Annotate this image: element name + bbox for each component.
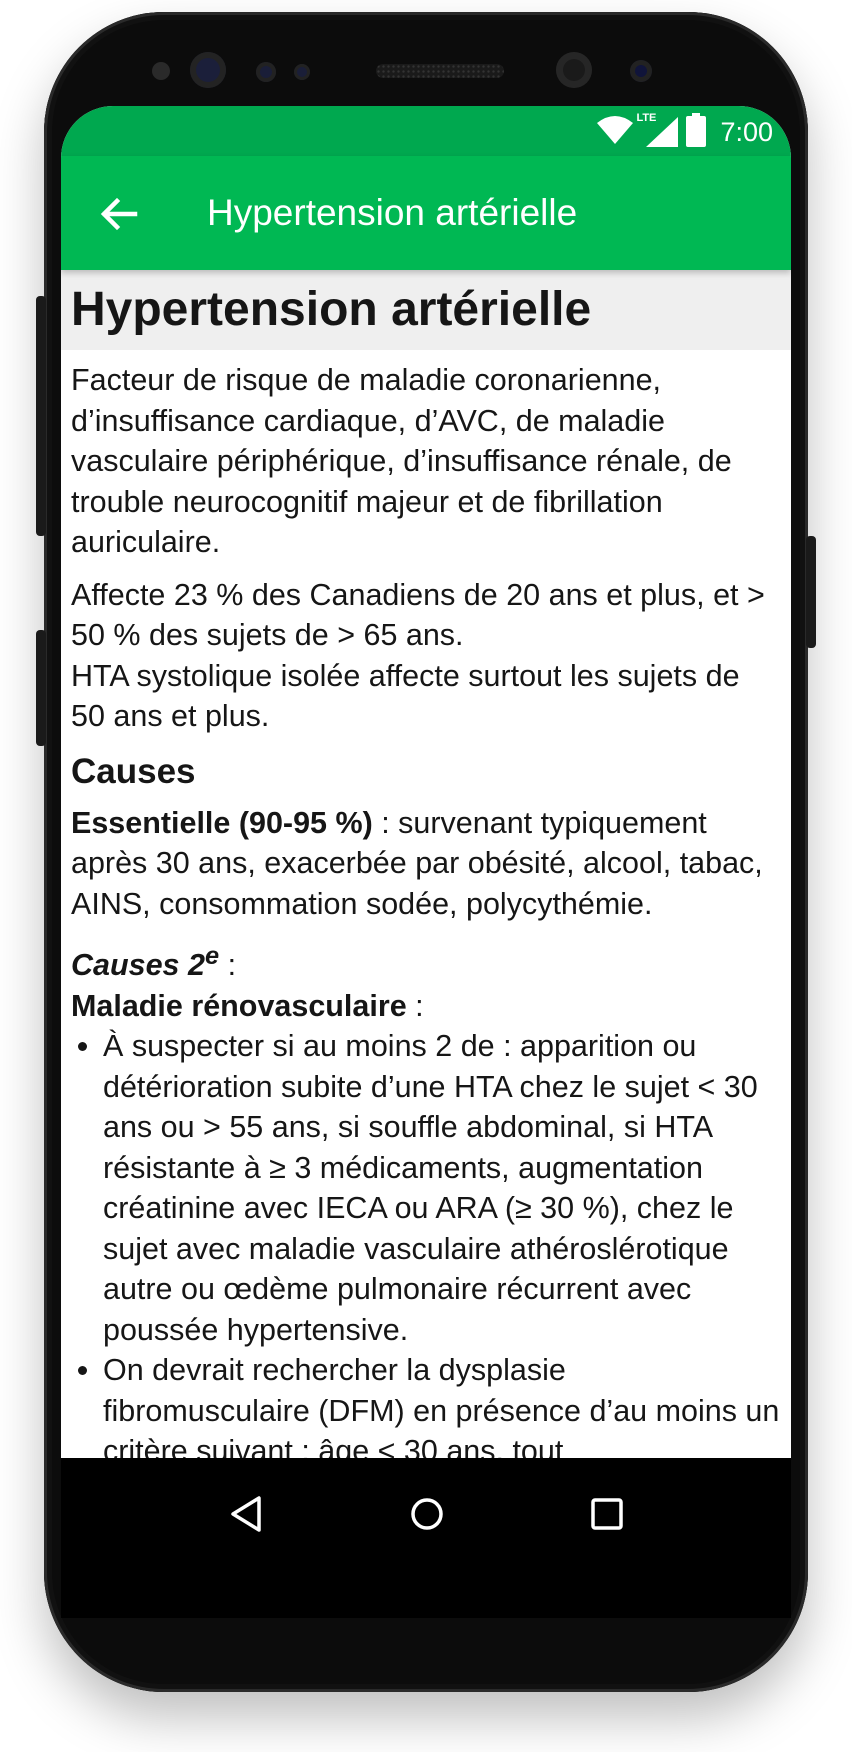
navigation-bar — [61, 1458, 791, 1618]
status-time: 7:00 — [720, 116, 773, 147]
proximity-sensor — [152, 62, 170, 80]
causes-heading: Causes — [71, 751, 196, 791]
secondary-causes-suffix: : — [219, 948, 237, 983]
renovascular-line: Maladie rénovasculaire : — [71, 986, 781, 1027]
status-icons: LTE 7:00 — [596, 112, 773, 152]
essential-label: Essentielle (90-95 %) — [71, 805, 373, 840]
battery-icon — [686, 112, 707, 152]
prevalence-line-2: HTA systolique isolée affecte surtout le… — [71, 658, 740, 734]
intro-paragraph: Facteur de risque de maladie coronarienn… — [71, 363, 732, 559]
bixby-button — [36, 630, 46, 746]
nav-home-icon — [405, 1498, 449, 1540]
nav-home-button[interactable] — [405, 1492, 449, 1536]
sensor-dot — [294, 64, 310, 80]
article-header: Hypertension artérielle — [61, 270, 791, 350]
nav-back-icon — [225, 1496, 269, 1540]
nav-back-button[interactable] — [225, 1492, 269, 1536]
article-content[interactable]: Hypertension artérielle Facteur de risqu… — [61, 270, 791, 1458]
renovascular-list: À suspecter si au moins 2 de : apparitio… — [71, 1026, 781, 1458]
renovascular-suffix: : — [406, 988, 424, 1023]
light-sensor — [256, 62, 276, 82]
screen: LTE 7:00 Hypertension artérielle Hyperte… — [61, 106, 791, 1510]
list-item: On devrait rechercher la dysplasie fibro… — [103, 1350, 781, 1458]
power-button — [806, 536, 816, 648]
lte-label: LTE — [636, 112, 657, 124]
front-camera-lens — [630, 60, 652, 82]
back-button[interactable] — [95, 190, 143, 238]
iris-sensor — [190, 52, 226, 88]
renovascular-label: Maladie rénovasculaire — [71, 988, 407, 1023]
front-camera — [556, 52, 592, 88]
arrow-left-icon — [95, 197, 143, 242]
list-item: À suspecter si au moins 2 de : apparitio… — [103, 1026, 781, 1350]
wifi-icon — [596, 115, 634, 150]
article-title: Hypertension artérielle — [71, 283, 592, 336]
prevalence-line-1: Affecte 23 % des Canadiens de 20 ans et … — [71, 577, 765, 653]
app-bar-title: Hypertension artérielle — [207, 192, 578, 233]
volume-button — [36, 296, 46, 536]
secondary-causes-sup: e — [204, 942, 220, 970]
secondary-causes-label: Causes 2 — [71, 948, 205, 983]
lte-signal-icon: LTE — [636, 112, 679, 149]
earpiece-speaker — [376, 64, 504, 78]
nav-recents-button[interactable] — [585, 1492, 629, 1536]
status-bar: LTE 7:00 — [61, 106, 791, 156]
app-bar: Hypertension artérielle — [61, 156, 791, 270]
nav-recents-icon — [585, 1498, 629, 1540]
essential-paragraph: Essentielle (90-95 %) : survenant typiqu… — [71, 803, 781, 925]
secondary-causes-line: Causes 2e : — [71, 936, 781, 986]
article-body: Facteur de risque de maladie coronarienn… — [61, 350, 791, 1458]
